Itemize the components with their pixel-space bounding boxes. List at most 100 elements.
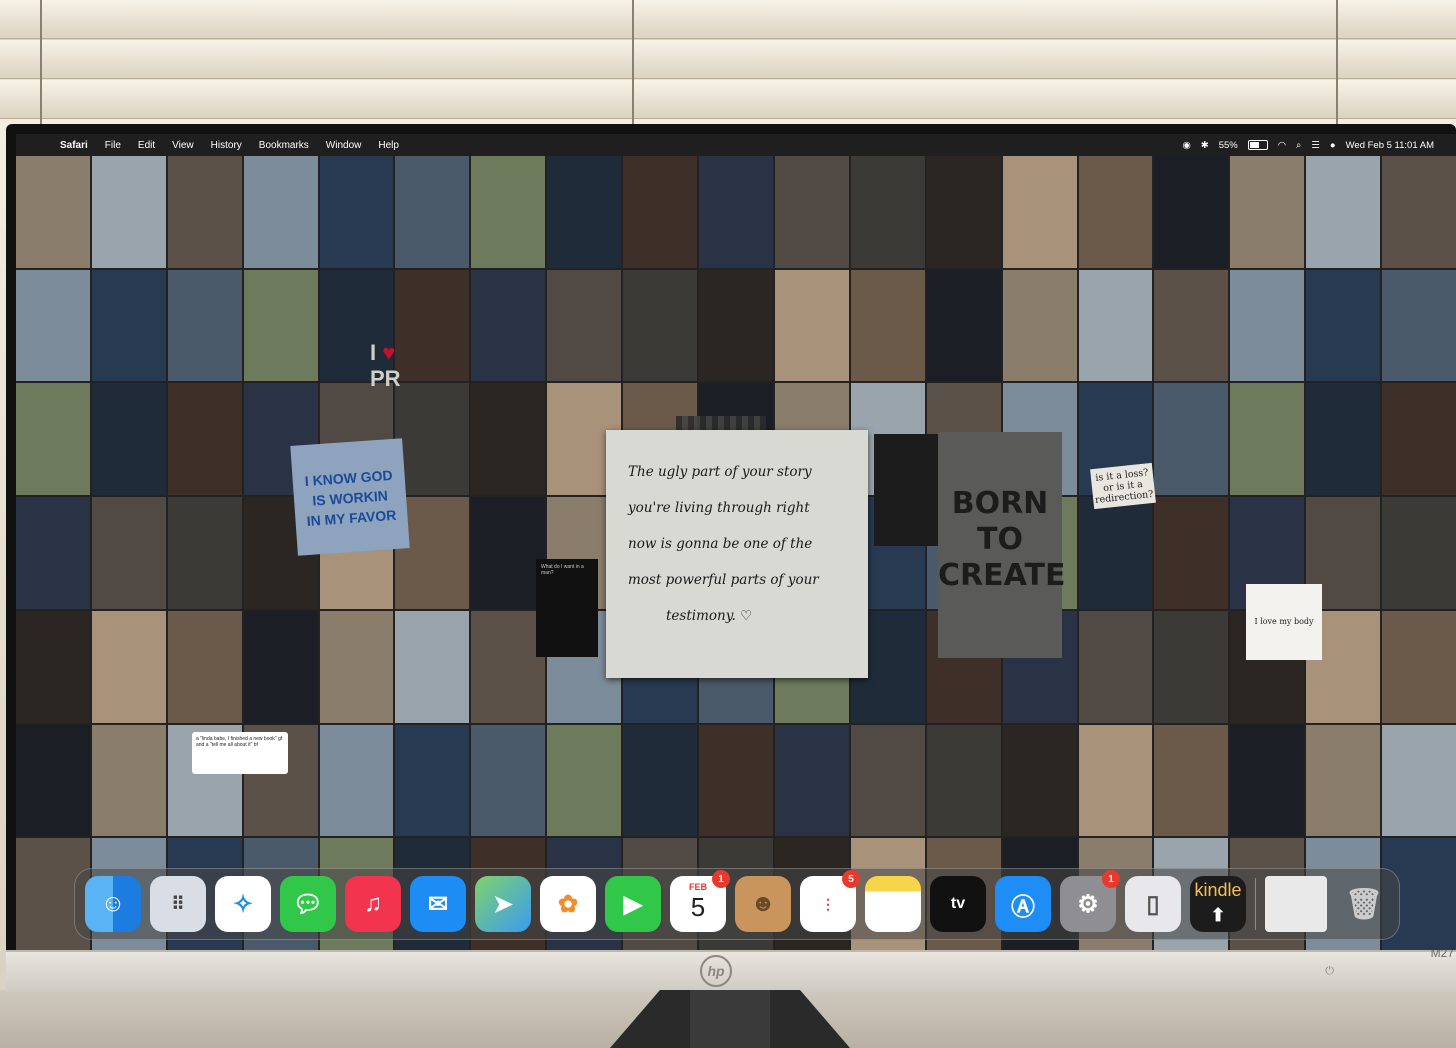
monitor-stand [610,990,850,1048]
collage-photo [243,156,318,268]
loss-redirection-sign: is it a loss? or is it a redirection? [1090,462,1156,510]
collage-photo [1078,497,1153,609]
collage-photo [1002,724,1077,837]
collage-photo [91,497,166,609]
contacts-icon[interactable]: ☻ [735,876,791,932]
collage-photo [699,156,773,268]
system-settings-icon[interactable]: ⚙ 1 [1060,870,1120,932]
menu-help[interactable]: Help [378,140,399,151]
collage-photo [395,610,470,723]
collage-photo [1382,269,1456,382]
collage-photo [91,269,166,382]
window-blind [0,80,1456,119]
collage-photo [1230,383,1305,496]
collage-photo [167,156,242,268]
collage-photo [1306,383,1381,496]
blind-cord [40,0,42,130]
apple-tv-icon[interactable]: tv [930,876,986,932]
collage-photo [167,497,242,609]
battery-icon[interactable] [1247,140,1268,150]
collage-photo [774,724,849,837]
kindle-icon[interactable]: kindle ⬆ [1190,876,1246,932]
search-icon[interactable]: ⌕ [1296,140,1301,151]
sign-line: IS WORKIN [311,487,389,509]
collage-photo [1078,156,1153,268]
love-my-body-card: I love my body [1246,584,1322,660]
collage-photo [471,156,546,268]
notes-icon[interactable] [865,876,921,932]
reminders-badge: 5 [842,870,860,888]
facetime-icon[interactable]: ▶ [605,876,661,932]
collage-photo [91,383,166,496]
collage-photo [91,724,166,837]
menu-window[interactable]: Window [326,140,362,151]
menu-view[interactable]: View [172,140,194,151]
collage-photo [547,156,622,268]
collage-photo [243,269,318,382]
collage-photo [774,156,849,268]
trash-icon[interactable]: 🗑︎ [1336,876,1392,932]
collage-photo [471,610,546,723]
collage-photo [167,269,242,382]
app-store-icon[interactable]: Ⓐ [995,876,1051,932]
settings-badge: 1 [1102,870,1120,888]
sign-line: IN MY FAVOR [306,506,397,530]
mail-icon[interactable]: ✉ [410,876,466,932]
quote-line: The ugly part of your story [628,464,812,480]
iphone-mirroring-icon[interactable]: ▯ [1125,876,1181,932]
menu-history[interactable]: History [211,140,242,151]
collage-photo [1154,156,1229,268]
menu-bookmarks[interactable]: Bookmarks [259,140,309,151]
control-center-icon[interactable]: ☰ [1311,140,1320,151]
collage-photo [16,610,90,723]
collage-photo [1230,156,1305,268]
safari-window-thumbnail[interactable] [1265,876,1327,932]
collage-photo [699,724,773,837]
photos-icon[interactable]: ✿ [540,876,596,932]
menu-bar: Safari File Edit View History Bookmarks … [16,134,1456,156]
kindle-arrow-icon: ⬆ [1210,905,1226,925]
collage-photo [547,269,622,382]
safari-icon[interactable]: ✧ [215,876,271,932]
blind-cord [632,0,634,130]
collage-photo [395,156,470,268]
menu-file[interactable]: File [105,140,121,151]
menu-app-name[interactable]: Safari [60,140,88,151]
collage-photo [243,610,318,723]
bluetooth-icon[interactable]: ✱ [1201,140,1209,151]
collage-photo [850,269,925,382]
menu-clock[interactable]: Wed Feb 5 11:01 AM [1346,140,1434,151]
sign-line: I KNOW GOD [304,467,394,490]
heart-icon: ♥ [382,340,396,365]
poster-line: BORN [951,486,1049,521]
collage-photo [1382,724,1456,837]
collage-photo [91,156,166,268]
god-favor-sign: I KNOW GOD IS WORKIN IN MY FAVOR [290,438,410,556]
collage-photo [471,724,546,837]
quote-note: The ugly part of your story you're livin… [606,430,868,678]
grammarly-icon[interactable]: ◉ [1182,140,1190,151]
window-blind [0,0,1456,39]
menu-edit[interactable]: Edit [138,140,155,151]
siri-icon[interactable]: ● [1330,140,1336,151]
finder-icon[interactable]: ☺ [85,876,141,932]
launchpad-icon[interactable]: ⠿ [150,876,206,932]
calendar-icon[interactable]: FEB 5 1 [670,870,730,932]
collage-photo [16,724,90,837]
music-icon[interactable]: ♫ [345,876,401,932]
collage-photo [471,269,546,382]
messages-icon[interactable]: 💬︎ [280,876,336,932]
maps-icon[interactable]: ➤ [475,876,531,932]
kindle-label: kindle [1194,880,1242,900]
hp-logo: hp [700,955,732,987]
wifi-icon[interactable]: ◠ [1278,140,1286,151]
power-icon[interactable]: ⏻ [1325,965,1334,978]
quote-line: most powerful parts of your [628,572,819,588]
collage-photo [319,724,394,837]
collage-photo [1078,724,1153,837]
quote-line: you're living through right [628,500,810,516]
phone-list-photo [874,434,942,546]
collage-photo [1078,269,1153,382]
collage-photo [1154,269,1229,382]
reminders-icon[interactable]: ⋮ 5 [800,870,860,932]
